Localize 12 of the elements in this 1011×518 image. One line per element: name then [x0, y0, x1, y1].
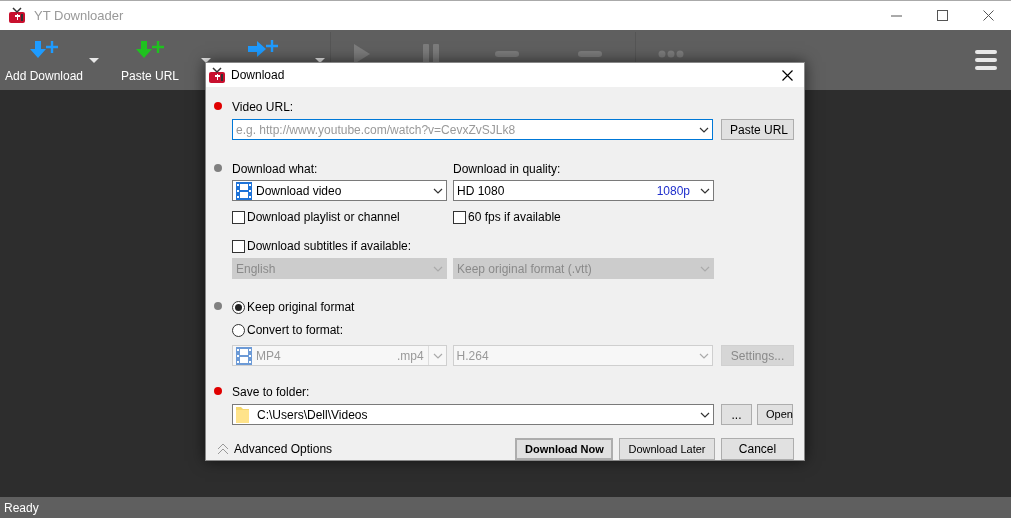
field-label: Download in quality:: [453, 161, 561, 178]
status-text: Ready: [4, 499, 39, 517]
dialog-title: Download: [231, 67, 285, 84]
checkbox-label: Download subtitles if available:: [247, 238, 412, 255]
window-title: YT Downloader: [34, 6, 124, 25]
radio-label: Convert to format:: [247, 322, 344, 339]
radio-label: Keep original format: [247, 299, 355, 316]
checkbox-label: 60 fps if available: [468, 209, 561, 226]
field-label: Save to folder:: [232, 384, 310, 401]
field-label: Download what:: [232, 161, 318, 178]
checkbox-label: Download playlist or channel: [247, 209, 400, 226]
field-label: Video URL:: [232, 99, 294, 116]
